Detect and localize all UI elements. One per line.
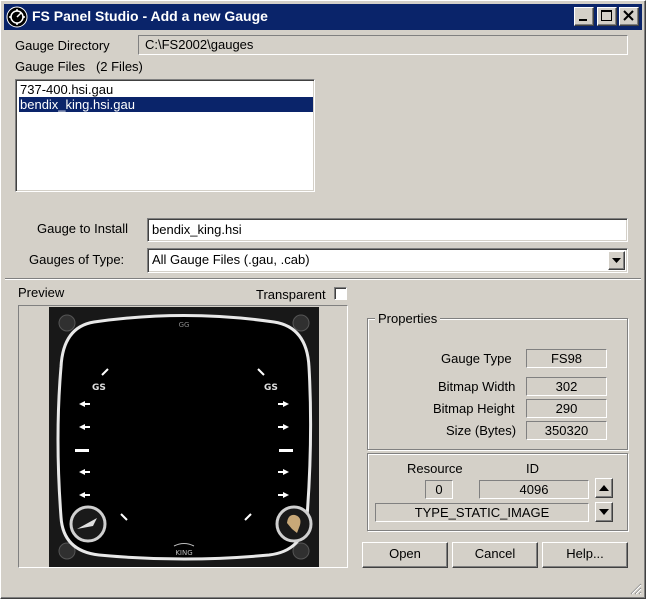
preview-label: Preview [18, 285, 65, 300]
help-button[interactable]: Help... [542, 542, 628, 568]
chevron-down-icon [612, 258, 621, 263]
bitmap-height-value: 290 [526, 399, 607, 418]
gauge-files-list[interactable]: 737-400.hsi.gau bendix_king.hsi.gau [15, 79, 315, 192]
list-item[interactable]: bendix_king.hsi.gau [19, 97, 313, 112]
id-down-button[interactable] [595, 502, 613, 522]
gauge-directory-label: Gauge Directory [15, 38, 110, 53]
cancel-button[interactable]: Cancel [452, 542, 538, 568]
size-bytes-label: Size (Bytes) [446, 423, 517, 438]
list-item-label: bendix_king.hsi.gau [20, 97, 135, 112]
open-button[interactable]: Open [362, 542, 448, 568]
maximize-icon [601, 10, 612, 21]
gauge-files-label: Gauge Files (2 Files) [15, 59, 143, 74]
maximize-button[interactable] [597, 7, 617, 26]
fs-panel-studio-icon[interactable] [6, 6, 28, 28]
gauge-to-install-input[interactable]: bendix_king.hsi [147, 218, 628, 242]
gauge-directory-field: C:\FS2002\gauges [138, 35, 628, 55]
bitmap-width-label: Bitmap Width [438, 379, 516, 394]
gauges-of-type-label: Gauges of Type: [29, 252, 125, 267]
transparent-label: Transparent [256, 287, 326, 302]
minimize-icon [579, 19, 587, 21]
minimize-button[interactable] [574, 7, 594, 26]
gs-left-label: GS [92, 383, 106, 393]
resource-value: 0 [425, 480, 453, 499]
gauge-to-install-label: Gauge to Install [37, 221, 129, 236]
close-icon [623, 10, 634, 21]
title-bar[interactable]: FS Panel Studio - Add a new Gauge [4, 4, 642, 30]
gauge-type-value: FS98 [526, 349, 607, 368]
close-button[interactable] [619, 7, 639, 26]
resource-type-value: TYPE_STATIC_IMAGE [375, 503, 589, 522]
list-item[interactable]: 737-400.hsi.gau [19, 82, 313, 97]
separator [5, 278, 641, 280]
id-up-button[interactable] [595, 478, 613, 498]
gs-right-label: GS [264, 383, 278, 393]
gauge-type-label: Gauge Type [441, 351, 512, 366]
arrow-up-icon [599, 485, 609, 491]
gauges-of-type-select[interactable]: All Gauge Files (.gau, .cab) [147, 248, 628, 273]
add-gauge-dialog: FS Panel Studio - Add a new Gauge Gauge … [0, 0, 646, 599]
arrow-down-icon [599, 509, 609, 515]
bitmap-height-label: Bitmap Height [433, 401, 515, 416]
gauge-files-label-text: Gauge Files [15, 59, 86, 74]
preview-pane: GG GS GS KING [18, 305, 348, 568]
id-label: ID [526, 461, 539, 476]
svg-text:GG: GG [179, 321, 190, 329]
dropdown-button[interactable] [608, 251, 625, 270]
transparent-checkbox[interactable] [334, 287, 347, 300]
window-title: FS Panel Studio - Add a new Gauge [32, 8, 268, 24]
gauge-files-count: (2 Files) [95, 59, 143, 74]
gauge-preview-image: GG GS GS KING [49, 307, 319, 567]
bitmap-width-value: 302 [526, 377, 607, 396]
list-item-label: 737-400.hsi.gau [20, 82, 114, 97]
resource-label: Resource [407, 461, 463, 476]
properties-title: Properties [375, 311, 441, 326]
id-value: 4096 [479, 480, 589, 499]
king-brand-label: KING [175, 549, 192, 557]
resize-grip-icon[interactable] [630, 583, 642, 595]
gauges-of-type-value: All Gauge Files (.gau, .cab) [152, 252, 310, 267]
size-bytes-value: 350320 [526, 421, 607, 440]
